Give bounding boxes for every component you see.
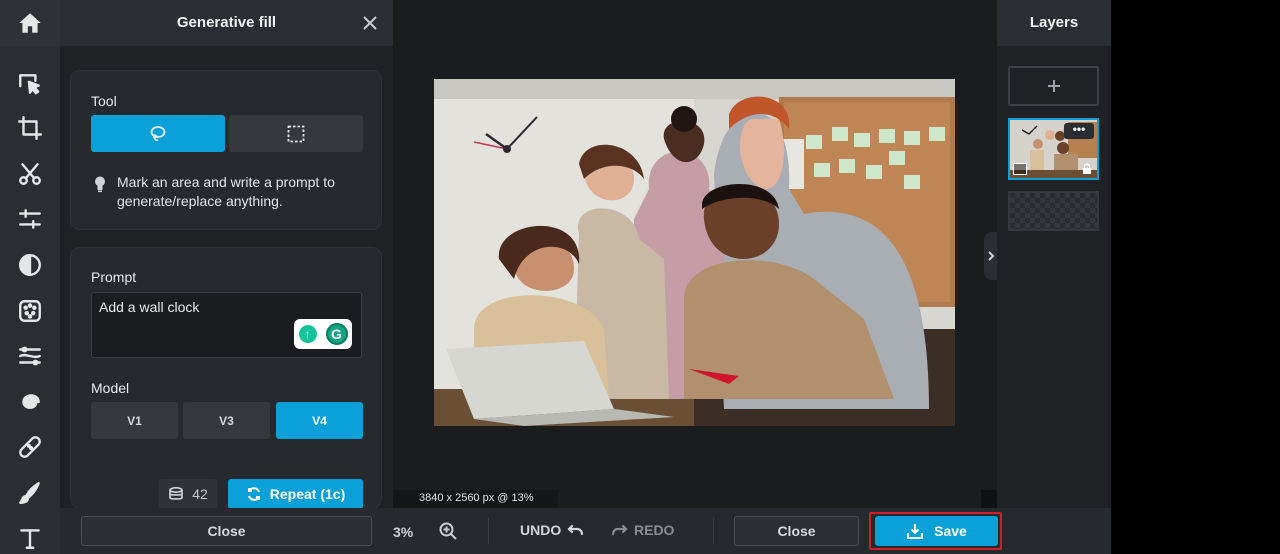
download-icon <box>907 524 924 539</box>
zoom-level[interactable]: 3% <box>393 524 413 540</box>
lasso-icon <box>150 125 166 141</box>
divider <box>488 518 489 544</box>
rectangle-tool-option[interactable] <box>229 115 363 152</box>
filter-tool-button[interactable] <box>0 245 60 285</box>
crop-icon <box>17 115 43 141</box>
coins-stack-icon <box>169 486 184 500</box>
close-icon <box>363 16 377 30</box>
model-v4-label: V4 <box>312 413 327 428</box>
model-v3-label: V3 <box>219 413 234 428</box>
brush-tool-button[interactable] <box>0 473 60 513</box>
close-panel-label: Close <box>207 523 246 539</box>
canvas-area[interactable]: 3840 x 2560 px @ 13% <box>393 0 997 508</box>
layer-item-image[interactable]: ••• <box>1008 118 1099 180</box>
tool-card: Tool Mark an area and write a prompt to … <box>70 70 382 230</box>
spiral-tool-button[interactable] <box>0 382 60 422</box>
prompt-label: Prompt <box>91 269 137 285</box>
undo-label: UNDO <box>520 522 562 538</box>
redo-button[interactable]: REDO <box>610 522 674 538</box>
save-button[interactable]: Save <box>875 516 998 546</box>
grammarly-logo-icon[interactable]: G <box>325 323 348 345</box>
layers-panel: Layers ••• <box>997 0 1111 554</box>
prompt-textarea[interactable]: Add a wall clock ↑ G <box>91 292 362 358</box>
text-icon <box>20 529 40 549</box>
undo-icon <box>567 524 584 536</box>
bottom-bar: Close 3% UNDO REDO Close Save <box>60 508 1111 554</box>
collapse-layers-toggle[interactable] <box>984 232 997 280</box>
select-tool-button[interactable] <box>0 64 60 104</box>
canvas-image[interactable] <box>434 79 955 426</box>
zoom-in-icon[interactable] <box>438 521 458 541</box>
home-icon <box>19 13 41 33</box>
layer-item-transparent[interactable] <box>1008 191 1099 231</box>
model-v1-label: V1 <box>127 413 142 428</box>
grammarly-widget[interactable]: ↑ G <box>294 319 352 349</box>
layers-header: Layers <box>997 0 1111 46</box>
model-label: Model <box>91 380 130 396</box>
scrollbar-corner <box>981 490 997 508</box>
generative-fill-panel: Generative fill Tool Mark an area and wr… <box>60 0 393 554</box>
image-dimensions-readout: 3840 x 2560 px @ 13% <box>393 490 558 508</box>
divider <box>713 518 714 544</box>
tool-hint-text: Mark an area and write a prompt to gener… <box>117 174 335 209</box>
save-label: Save <box>934 523 967 539</box>
model-v1-option[interactable]: V1 <box>91 402 178 439</box>
layer-menu-button[interactable]: ••• <box>1064 123 1094 139</box>
repeat-button[interactable]: Repeat (1c) <box>228 479 363 509</box>
rectangle-select-icon <box>287 125 305 142</box>
credits-counter: 42 <box>159 479 217 509</box>
panel-title: Generative fill <box>176 14 277 31</box>
layers-title: Layers <box>1029 14 1079 31</box>
chevron-right-icon <box>987 251 994 261</box>
adjust-icon <box>19 209 41 229</box>
adjust-tool-button[interactable] <box>0 199 60 239</box>
cut-icon <box>19 163 41 185</box>
close-panel-button[interactable]: Close <box>81 516 372 546</box>
spiral-icon <box>22 394 40 409</box>
select-icon <box>19 74 40 95</box>
lasso-tool-option[interactable] <box>91 115 225 152</box>
heal-tool-button[interactable] <box>0 427 60 467</box>
grammarly-suggestion-icon[interactable]: ↑ <box>298 325 317 343</box>
liquify-tool-button[interactable] <box>0 336 60 376</box>
prompt-text[interactable]: Add a wall clock <box>99 299 279 315</box>
model-v4-option[interactable]: V4 <box>276 402 363 439</box>
cut-tool-button[interactable] <box>0 154 60 194</box>
close-label: Close <box>777 523 816 539</box>
add-layer-button[interactable] <box>1008 66 1099 106</box>
tool-label: Tool <box>91 93 117 109</box>
crop-tool-button[interactable] <box>0 108 60 148</box>
panel-header: Generative fill <box>60 0 393 46</box>
model-v3-option[interactable]: V3 <box>183 402 270 439</box>
contrast-icon <box>19 254 41 276</box>
bandage-icon <box>19 436 41 458</box>
effects-icon <box>19 300 41 322</box>
credits-value: 42 <box>192 486 208 502</box>
refresh-icon <box>247 487 260 501</box>
prompt-card: Prompt Add a wall clock ↑ G Model V1 V3 … <box>70 247 382 509</box>
redo-label: REDO <box>634 522 675 538</box>
photo-illustration <box>434 79 955 426</box>
brush-icon <box>19 482 40 504</box>
text-tool-button[interactable] <box>0 518 60 554</box>
effects-tool-button[interactable] <box>0 291 60 331</box>
liquify-icon <box>19 346 41 366</box>
close-button[interactable]: Close <box>734 516 859 546</box>
redo-icon <box>611 524 628 536</box>
lock-icon[interactable] <box>1081 163 1093 175</box>
lightbulb-icon <box>95 176 105 193</box>
plus-icon <box>1047 80 1060 92</box>
tool-sidebar <box>0 0 60 554</box>
panel-close-button[interactable] <box>360 13 380 33</box>
repeat-label: Repeat (1c) <box>269 486 346 502</box>
image-layer-icon <box>1013 163 1027 175</box>
undo-button[interactable]: UNDO <box>520 522 585 538</box>
home-button[interactable] <box>0 0 60 46</box>
